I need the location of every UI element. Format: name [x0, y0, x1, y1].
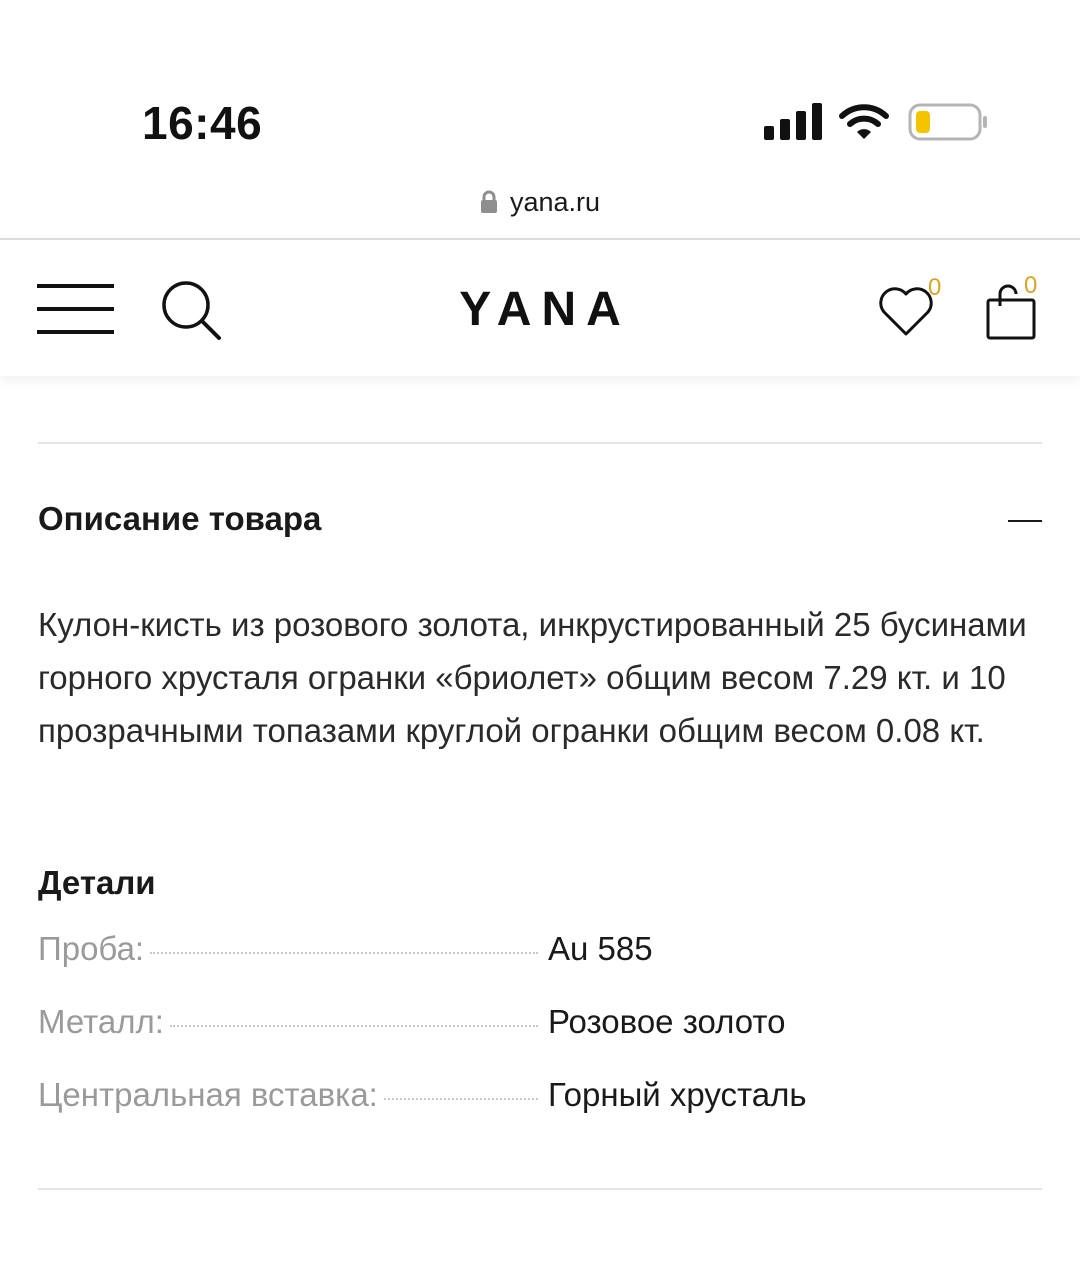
description-section-title[interactable]: Описание товара	[38, 500, 321, 538]
detail-value: Au 585	[548, 930, 653, 967]
detail-row-metal: Металл: Розовое золото	[38, 1003, 1042, 1049]
cart-button[interactable]: 0	[982, 272, 1046, 344]
browser-url-bar[interactable]: yana.ru	[0, 170, 1080, 240]
detail-label: Проба:	[38, 930, 145, 967]
detail-label-wrap: Металл:	[38, 1003, 538, 1049]
cart-count-badge: 0	[1024, 272, 1038, 299]
wishlist-count-badge: 0	[928, 274, 942, 301]
detail-row-central-insert: Центральная вставка: Горный хрусталь	[38, 1076, 1042, 1122]
product-description-text: Кулон-кисть из розового золота, инкрусти…	[38, 606, 1027, 749]
section-divider-bottom	[38, 1188, 1042, 1190]
wishlist-button[interactable]: 0	[878, 274, 950, 344]
detail-label-wrap: Проба:	[38, 930, 538, 976]
status-icons	[764, 100, 988, 144]
dotted-leader	[150, 952, 538, 954]
collapse-minus-icon[interactable]	[1008, 520, 1042, 522]
cellular-signal-icon	[764, 103, 822, 140]
section-divider-top	[38, 442, 1042, 444]
detail-row-proba: Проба: Au 585	[38, 930, 1042, 976]
detail-label-wrap: Центральная вставка:	[38, 1076, 538, 1122]
detail-value: Горный хрусталь	[548, 1076, 807, 1113]
wifi-icon	[839, 104, 889, 139]
battery-low-icon	[908, 103, 987, 141]
status-bar: 16:46	[0, 0, 1080, 170]
dotted-leader	[169, 1025, 538, 1027]
lock-icon	[480, 190, 497, 213]
detail-label: Металл:	[38, 1003, 164, 1040]
detail-value: Розовое золото	[548, 1003, 786, 1040]
heart-icon	[879, 287, 933, 336]
status-time: 16:46	[142, 97, 263, 149]
details-title: Детали	[38, 864, 156, 901]
dotted-leader	[383, 1098, 538, 1100]
url-text[interactable]: yana.ru	[510, 187, 600, 218]
detail-label: Центральная вставка:	[38, 1076, 378, 1113]
site-header: YANA 0 0	[0, 242, 1080, 376]
